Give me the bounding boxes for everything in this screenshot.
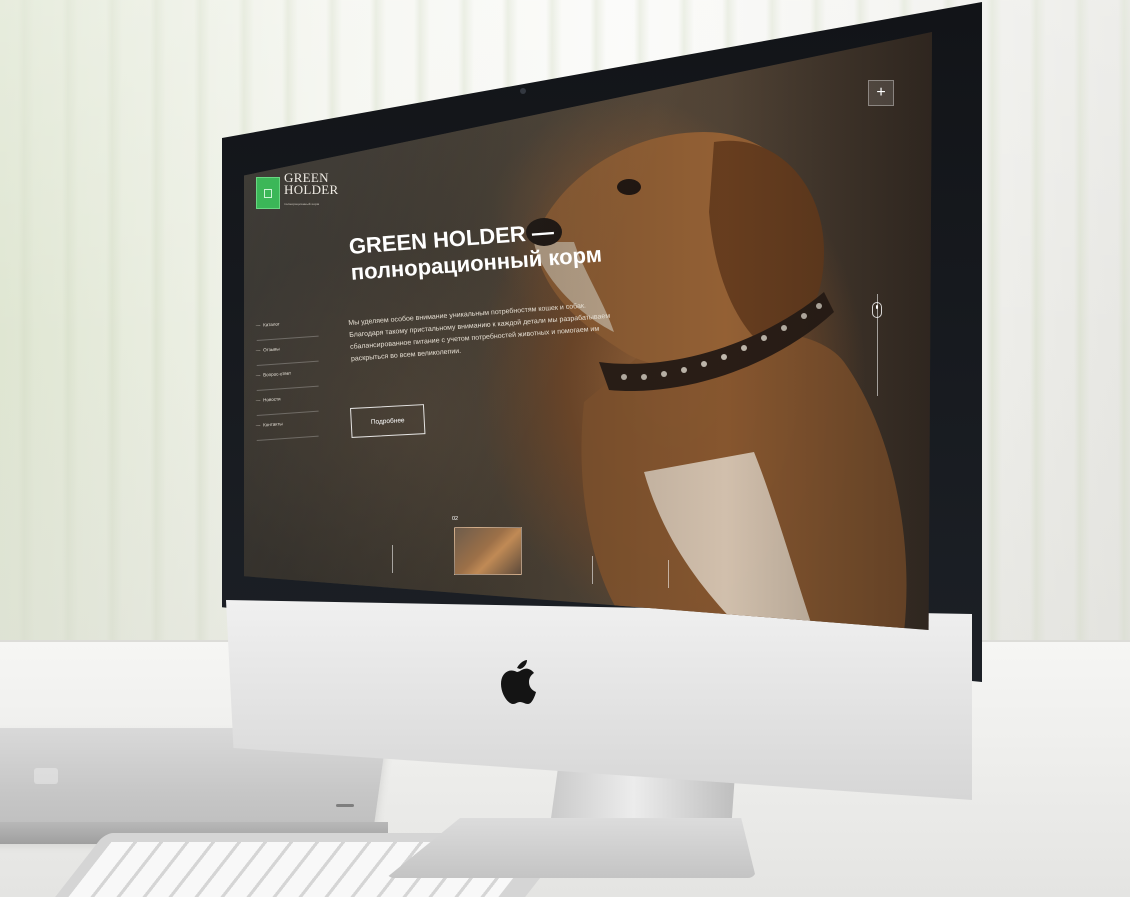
apple-logo-icon <box>501 660 536 704</box>
nav-item-label: Отзывы <box>263 346 280 353</box>
logo-tagline: полнорационный корм <box>284 202 320 206</box>
camera-icon <box>520 88 526 94</box>
laptop-indicator-light <box>336 804 354 807</box>
slide-thumbnail[interactable] <box>454 527 522 575</box>
slide-marker[interactable] <box>592 556 593 584</box>
logo-text-line2: HOLDER <box>284 182 339 197</box>
nav-item-catalog[interactable]: — Каталог <box>255 313 319 341</box>
nav-item-label: Новости <box>263 396 281 403</box>
side-nav: — Каталог — Отзывы — Вопрос-ответ — Новости … <box>255 313 319 443</box>
scroll-wheel-indicator <box>876 305 878 309</box>
slide-marker[interactable] <box>668 560 669 588</box>
nav-item-contacts[interactable]: — Контакты <box>255 413 319 441</box>
nav-item-label: Каталог <box>263 321 280 328</box>
nav-item-news[interactable]: — Новости <box>255 388 319 416</box>
slide-number: 02 <box>452 516 459 522</box>
nav-item-label: Вопрос-ответ <box>263 370 292 378</box>
laptop-apple-icon <box>34 768 58 784</box>
logo-mark-inner <box>264 189 272 198</box>
logo-mark[interactable] <box>256 177 280 209</box>
plus-icon[interactable]: + <box>868 80 894 106</box>
logo-text[interactable]: GREEN HOLDER <box>284 171 344 197</box>
nav-item-faq[interactable]: — Вопрос-ответ <box>255 363 319 391</box>
slide-marker[interactable] <box>392 545 393 573</box>
nav-item-label: Контакты <box>263 421 283 428</box>
nav-item-reviews[interactable]: — Отзывы <box>255 338 319 366</box>
more-button[interactable]: Подробнее <box>350 404 426 438</box>
room-background: GREEN HOLDER полнорационный корм — Катало… <box>0 0 1130 897</box>
